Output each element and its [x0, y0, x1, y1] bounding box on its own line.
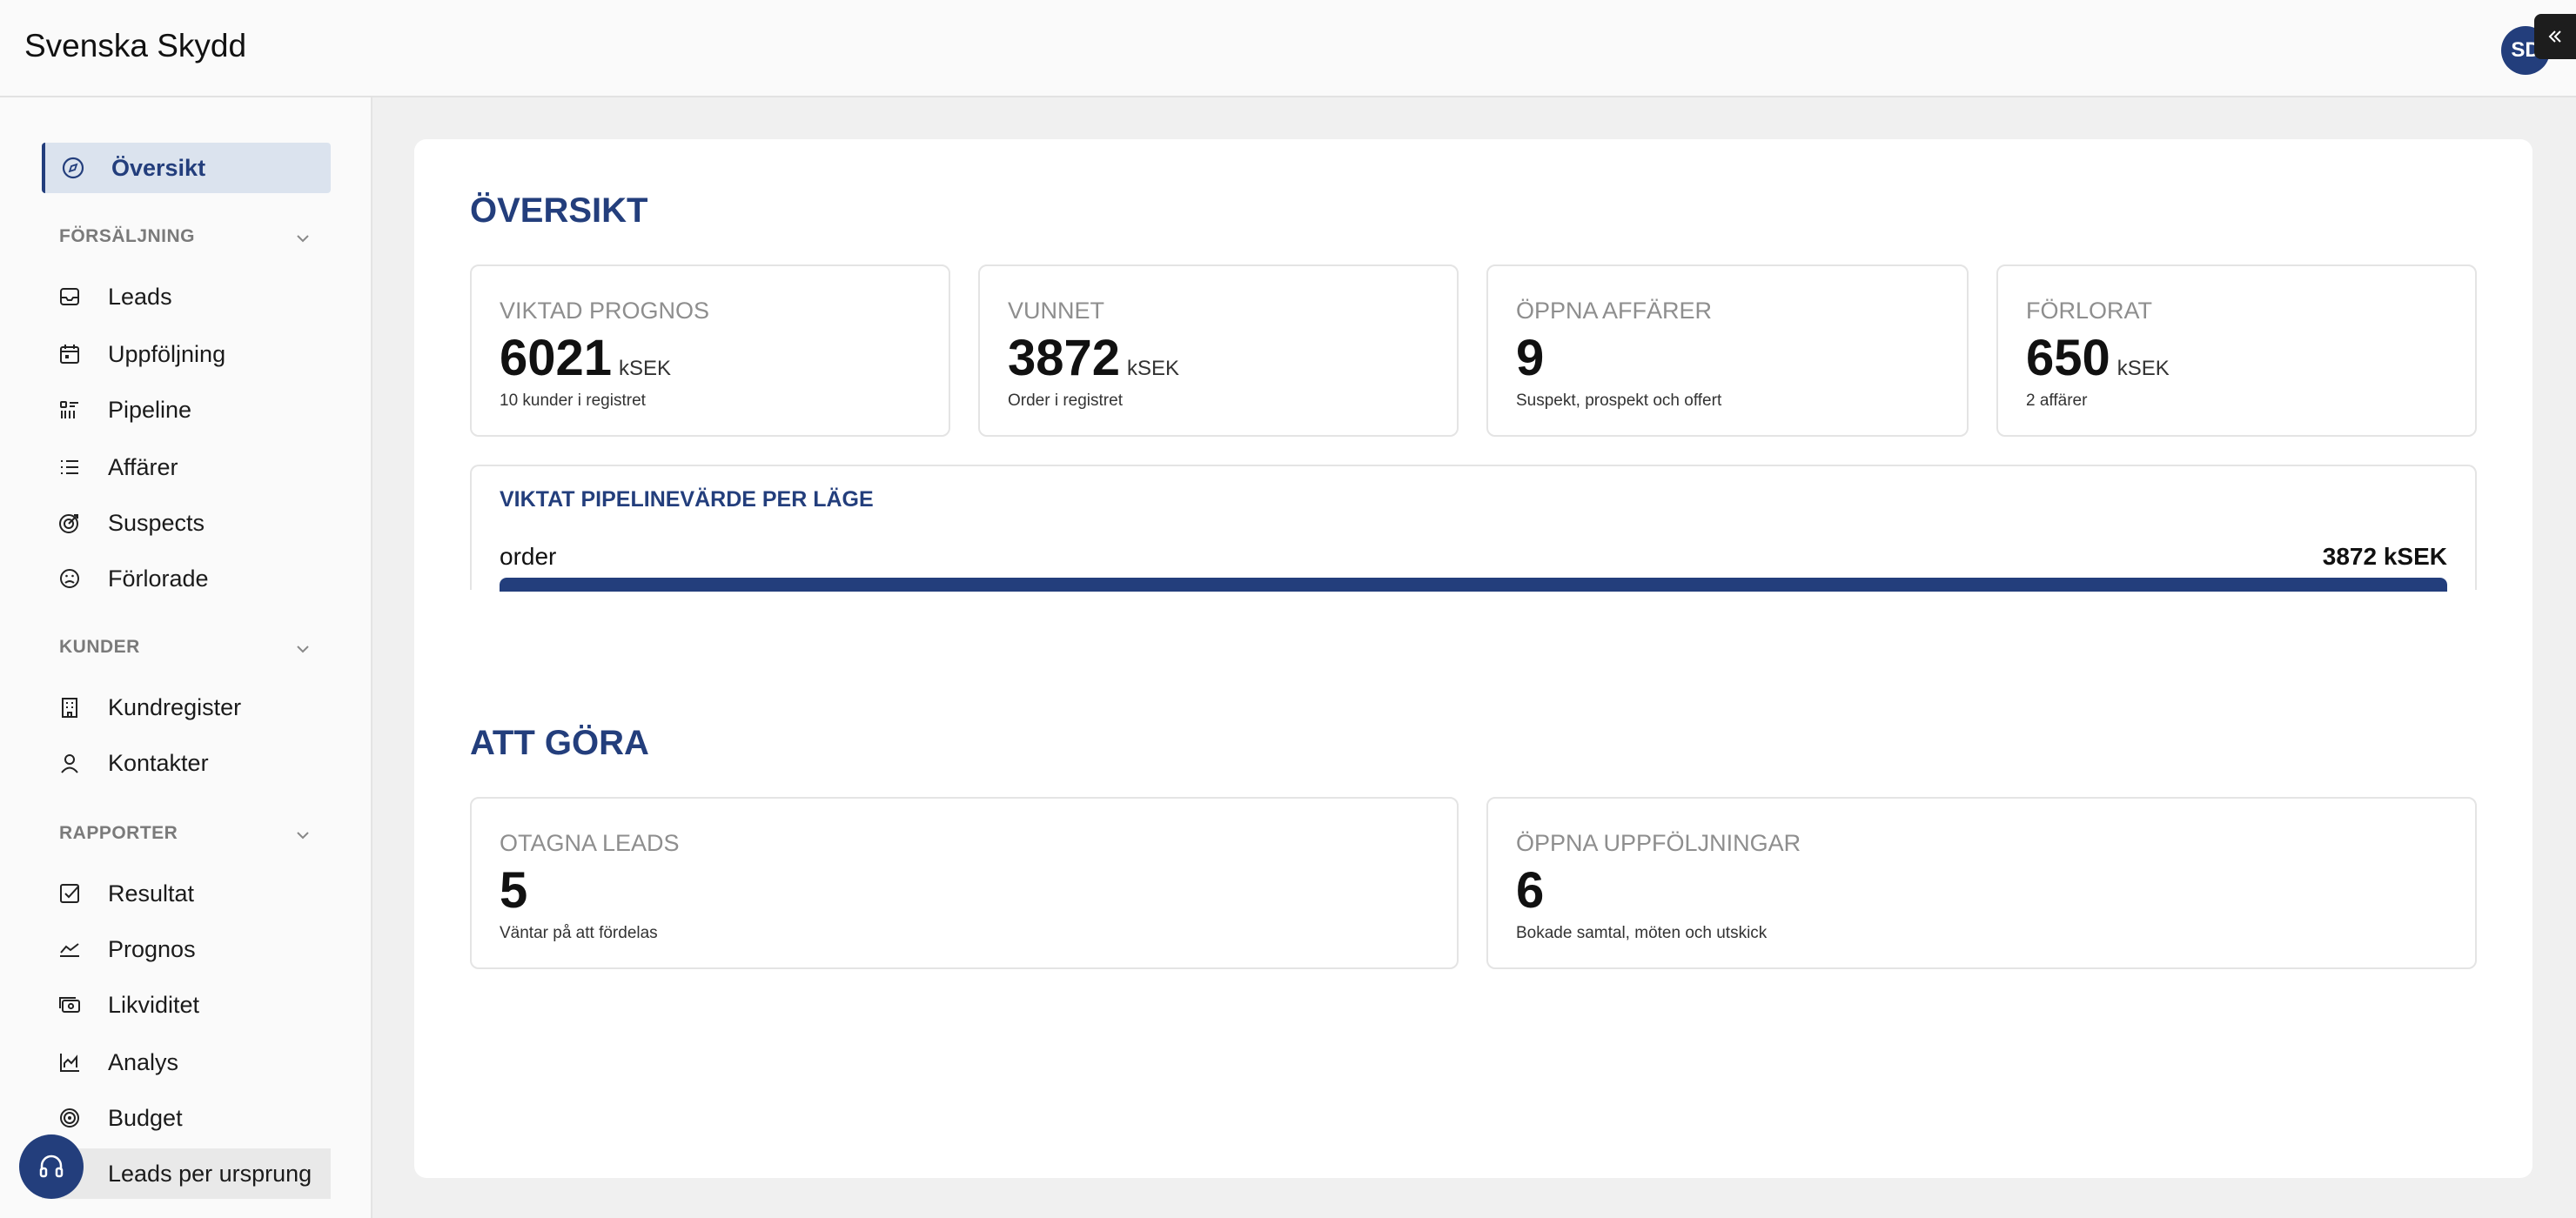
kpi-number: 6021 [500, 330, 613, 386]
chevron-down-icon [297, 832, 309, 840]
overview-title: ÖVERSIKT [470, 191, 648, 230]
check-square-icon [60, 884, 79, 903]
sidebar-item-resultat[interactable]: Resultat [42, 868, 331, 919]
todo-label: ÖPPNA UPPFÖLJNINGAR [1516, 830, 1801, 856]
top-bar: Svenska Skydd SD [0, 0, 2576, 97]
kpi-value: 3872 kSEK [1008, 329, 1179, 387]
chevron-down-icon [297, 235, 309, 243]
todo-subtext: Bokade samtal, möten och utskick [1516, 924, 1768, 942]
todo-title: ATT GÖRA [470, 724, 649, 762]
sidebar-item-analys[interactable]: Analys [42, 1037, 331, 1088]
pipeline-row-label: order [500, 543, 557, 570]
sidebar-item-label: Leads per ursprung [108, 1161, 312, 1187]
todo-card-otagna-leads[interactable]: OTAGNA LEADS 5 Väntar på att fördelas [470, 797, 1459, 969]
kpi-value: 6021 kSEK [500, 329, 671, 387]
section-heading: RAPPORTER [59, 823, 178, 843]
todo-subtext: Väntar på att fördelas [500, 924, 658, 942]
user-icon [61, 754, 78, 773]
cash-icon [59, 997, 80, 1013]
pipeline-bar-fill [500, 578, 2447, 592]
section-heading: FÖRSÄLJNING [59, 226, 196, 246]
sidebar-item-label: Kundregister [108, 694, 242, 720]
section-forsaljning[interactable]: FÖRSÄLJNING [59, 226, 312, 252]
pipeline-title: VIKTAT PIPELINEVÄRDE PER LÄGE [500, 487, 874, 512]
kpi-unit: kSEK [2116, 357, 2170, 380]
sidebar-item-oversikt[interactable]: Översikt [42, 143, 331, 193]
sidebar-item-forlorade[interactable]: Förlorade [42, 553, 331, 604]
sidebar-item-label: Förlorade [108, 566, 209, 592]
double-chevron-left-icon [2548, 30, 2561, 43]
sidebar-item-label: Översikt [111, 155, 206, 181]
sidebar-item-label: Kontakter [108, 750, 209, 776]
kpi-subtext: Order i registret [1008, 392, 1123, 410]
sidebar-item-leads-per-ursprung[interactable]: Leads per ursprung [42, 1148, 331, 1199]
sidebar-item-prognos[interactable]: Prognos [42, 924, 331, 974]
kpi-number: 650 [2026, 330, 2110, 386]
trend-line-icon [60, 943, 79, 957]
kpi-label: VUNNET [1008, 298, 1105, 324]
kpi-subtext: Suspekt, prospekt och offert [1516, 392, 1722, 410]
sidebar-item-label: Leads [108, 284, 172, 310]
sidebar-item-pipeline[interactable]: Pipeline [42, 385, 331, 435]
sidebar-item-label: Budget [108, 1105, 183, 1131]
kpi-subtext: 2 affärer [2026, 392, 2088, 410]
kpi-unit: kSEK [1127, 357, 1180, 380]
list-icon [61, 460, 78, 474]
todo-label: OTAGNA LEADS [500, 830, 680, 856]
section-heading: KUNDER [59, 637, 140, 657]
kpi-card-vunnet: VUNNET 3872 kSEK Order i registret [978, 264, 1459, 437]
pipeline-row-value: 3872 kSEK [2322, 543, 2447, 570]
sad-face-icon [60, 569, 79, 588]
pipeline-bar-track [500, 578, 2447, 592]
sidebar-item-leads[interactable]: Leads [42, 271, 331, 322]
kpi-number: 3872 [1008, 330, 1121, 386]
kpi-card-forlorat: FÖRLORAT 650 kSEK 2 affärer [1996, 264, 2477, 437]
area-chart-icon [60, 1054, 79, 1072]
kpi-card-oppna-affarer: ÖPPNA AFFÄRER 9 Suspekt, prospekt och of… [1486, 264, 1969, 437]
building-icon [62, 698, 77, 718]
section-kunder[interactable]: KUNDER [59, 637, 312, 663]
pipeline-icon [60, 401, 78, 418]
headset-icon [39, 1154, 64, 1178]
pipeline-card: VIKTAT PIPELINEVÄRDE PER LÄGE order 3872… [470, 465, 2477, 592]
sidebar-item-uppfoljning[interactable]: Uppföljning [42, 329, 331, 379]
compass-icon [62, 157, 84, 179]
sidebar-item-label: Prognos [108, 936, 196, 962]
sidebar-item-label: Suspects [108, 510, 205, 536]
inbox-icon [60, 288, 79, 305]
support-button[interactable] [19, 1134, 84, 1199]
sidebar-item-budget[interactable]: Budget [42, 1093, 331, 1143]
kpi-value: 9 [1516, 329, 1544, 387]
sidebar-item-kontakter[interactable]: Kontakter [42, 738, 331, 788]
sidebar-item-label: Likviditet [108, 992, 200, 1018]
sidebar-item-suspects[interactable]: Suspects [42, 498, 331, 548]
kpi-card-viktad-prognos: VIKTAD PROGNOS 6021 kSEK 10 kunder i regi… [470, 264, 950, 437]
app-title: Svenska Skydd [24, 28, 247, 64]
bullseye-icon [60, 1108, 79, 1128]
kpi-value: 650 kSEK [2026, 329, 2170, 387]
kpi-label: VIKTAD PROGNOS [500, 298, 710, 324]
sidebar-item-kundregister[interactable]: Kundregister [42, 682, 331, 733]
sidebar: Översikt FÖRSÄLJNING Leads Uppföljning P… [0, 97, 372, 1218]
section-rapporter[interactable]: RAPPORTER [59, 823, 312, 849]
todo-value: 6 [1516, 862, 1545, 919]
chevron-down-icon [297, 646, 309, 653]
sidebar-item-label: Affärer [108, 454, 178, 480]
sidebar-item-affarer[interactable]: Affärer [42, 442, 331, 492]
todo-card-oppna-uppfoljningar[interactable]: ÖPPNA UPPFÖLJNINGAR 6 Bokade samtal, möt… [1486, 797, 2477, 969]
collapse-panel-button[interactable] [2534, 14, 2576, 59]
kpi-label: ÖPPNA AFFÄRER [1516, 298, 1713, 324]
kpi-unit: kSEK [619, 357, 672, 380]
kpi-subtext: 10 kunder i registret [500, 392, 646, 410]
calendar-icon [60, 345, 79, 364]
todo-value: 5 [500, 862, 528, 919]
sidebar-item-label: Analys [108, 1049, 179, 1075]
kpi-label: FÖRLORAT [2026, 298, 2153, 324]
sidebar-item-label: Pipeline [108, 397, 192, 423]
target-icon [59, 514, 78, 533]
sidebar-item-label: Resultat [108, 880, 195, 907]
sidebar-item-likviditet[interactable]: Likviditet [42, 980, 331, 1030]
kpi-number: 9 [1516, 330, 1545, 386]
sidebar-item-label: Uppföljning [108, 341, 226, 367]
